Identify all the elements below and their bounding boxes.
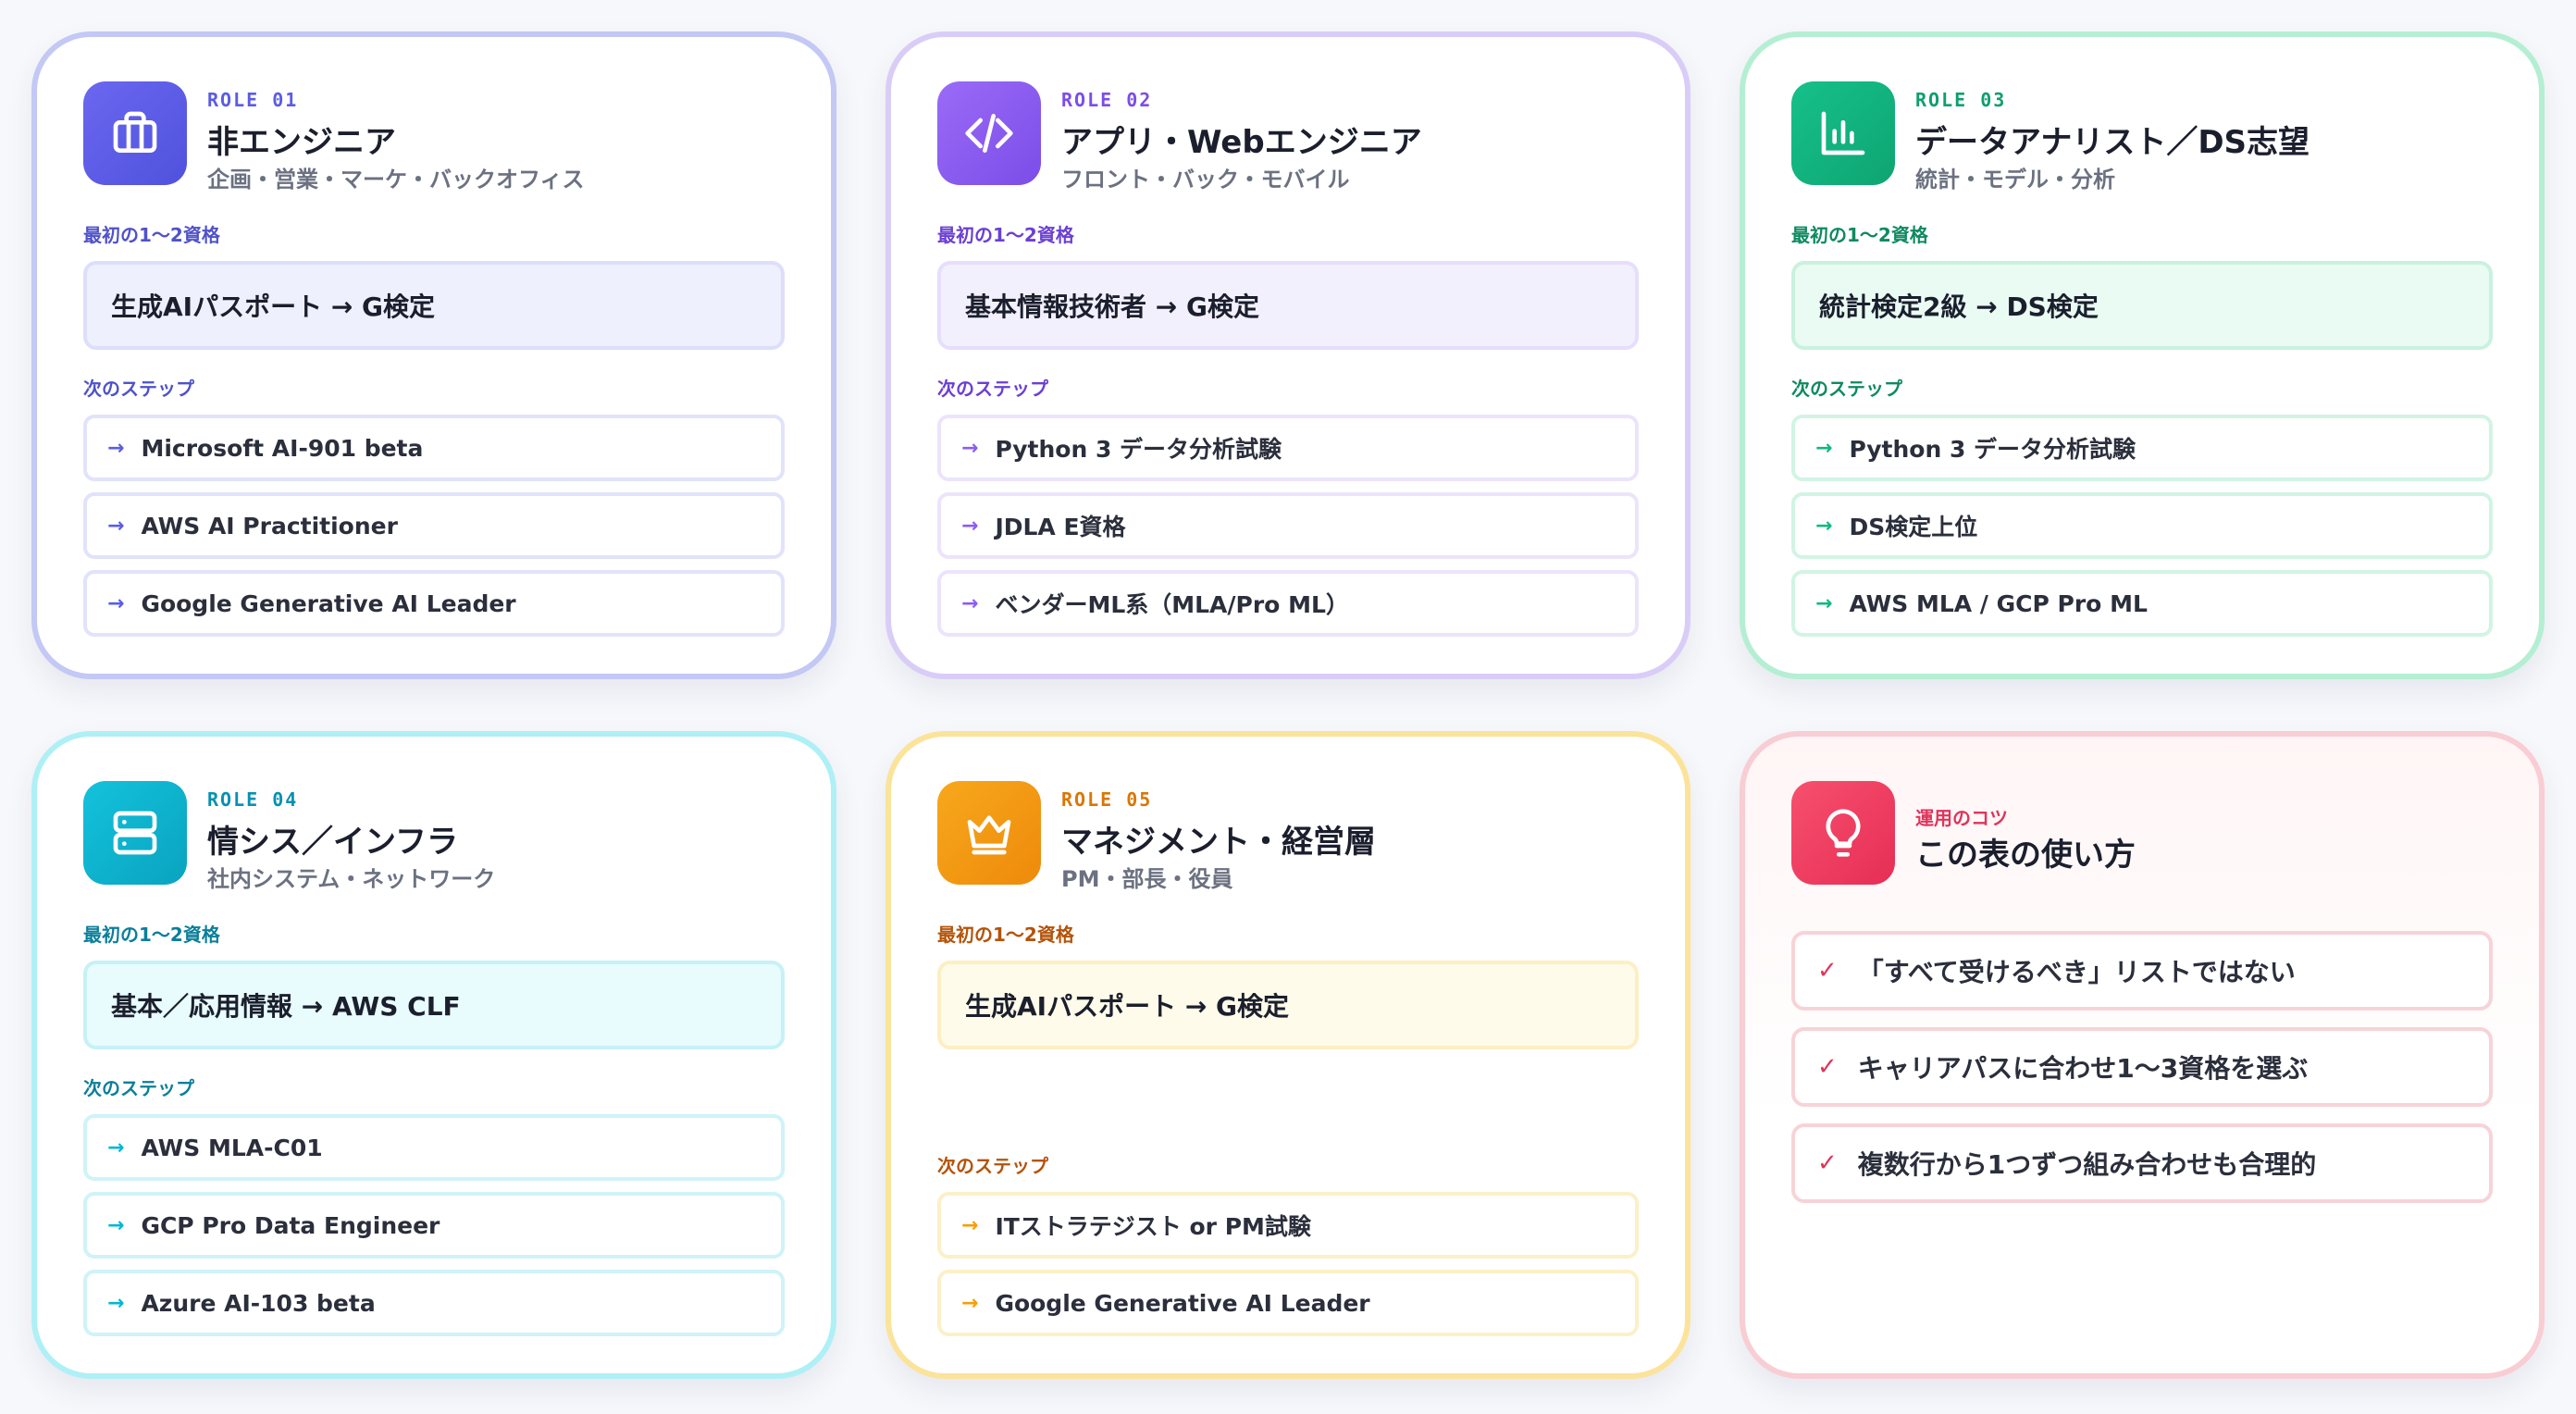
arrow-right-icon: →: [107, 514, 125, 538]
first-certs: 基本情報技術者 → G検定: [937, 261, 1639, 350]
step-label: Python 3 データ分析試験: [1849, 436, 2136, 463]
role-subtitle: 企画・営業・マーケ・バックオフィス: [207, 167, 585, 192]
role-card-05: ROLE 05 マネジメント・経営層 PM・部長・役員 最初の1〜2資格 生成A…: [886, 731, 1690, 1379]
next-step-item: → ITストラテジスト or PM試験: [937, 1192, 1639, 1259]
role-card-04: ROLE 04 情シス／インフラ 社内システム・ネットワーク 最初の1〜2資格 …: [31, 731, 836, 1379]
first-certs: 基本／応用情報 → AWS CLF: [83, 961, 785, 1049]
tip-item: ✓ 複数行から1つずつ組み合わせも合理的: [1791, 1123, 2493, 1203]
arrow-right-icon: →: [961, 1213, 979, 1237]
step-label: Python 3 データ分析試験: [995, 436, 1282, 463]
step-label: ベンダーML系（MLA/Pro ML）: [995, 591, 1349, 618]
step-label: Microsoft AI-901 beta: [141, 434, 424, 462]
code-icon: [937, 81, 1041, 185]
role-title: 情シス／インフラ: [207, 824, 458, 861]
lightbulb-icon: [1791, 781, 1895, 885]
next-label: 次のステップ: [83, 1077, 194, 1099]
role-subtitle: PM・部長・役員: [1061, 866, 1233, 892]
first-label: 最初の1〜2資格: [937, 924, 1074, 946]
step-label: ITストラテジスト or PM試験: [995, 1213, 1311, 1240]
arrow-right-icon: →: [107, 1291, 125, 1315]
next-step-item: → Google Generative AI Leader: [937, 1270, 1639, 1336]
check-icon: ✓: [1817, 1053, 1838, 1081]
next-step-item: → Azure AI-103 beta: [83, 1270, 785, 1336]
server-icon: [83, 781, 187, 885]
step-label: Google Generative AI Leader: [141, 589, 516, 617]
first-label: 最初の1〜2資格: [937, 224, 1074, 246]
step-label: AWS AI Practitioner: [141, 512, 398, 540]
arrow-right-icon: →: [107, 1213, 125, 1237]
arrow-right-icon: →: [961, 1291, 979, 1315]
step-label: AWS MLA-C01: [141, 1134, 323, 1161]
role-subtitle: 社内システム・ネットワーク: [207, 866, 496, 892]
first-label: 最初の1〜2資格: [83, 224, 220, 246]
next-label: 次のステップ: [83, 378, 194, 400]
tips-card: 運用のコツ この表の使い方 ✓ 「すべて受けるべき」リストではない ✓ キャリアパス…: [1740, 731, 2545, 1379]
role-title: 非エンジニア: [207, 124, 396, 161]
next-step-item: → ベンダーML系（MLA/Pro ML）: [937, 570, 1639, 637]
step-label: Azure AI-103 beta: [141, 1289, 376, 1317]
next-step-item: → Python 3 データ分析試験: [937, 415, 1639, 481]
step-label: AWS MLA / GCP Pro ML: [1849, 589, 2148, 617]
role-title: データアナリスト／DS志望: [1915, 124, 2310, 161]
role-card-01: ROLE 01 非エンジニア 企画・営業・マーケ・バックオフィス 最初の1〜2資…: [31, 31, 836, 679]
role-card-02: ROLE 02 アプリ・Webエンジニア フロント・バック・モバイル 最初の1〜…: [886, 31, 1690, 679]
next-step-item: → AWS AI Practitioner: [83, 492, 785, 559]
tip-text: 複数行から1つずつ組み合わせも合理的: [1857, 1149, 2317, 1180]
first-label: 最初の1〜2資格: [1791, 224, 1928, 246]
next-step-item: → AWS MLA-C01: [83, 1114, 785, 1181]
first-certs: 統計検定2級 → DS検定: [1791, 261, 2493, 350]
bar-chart-icon: [1791, 81, 1895, 185]
tip-item: ✓ キャリアパスに合わせ1〜3資格を選ぶ: [1791, 1027, 2493, 1107]
next-step-item: → Microsoft AI-901 beta: [83, 415, 785, 481]
tips-title: この表の使い方: [1915, 837, 2136, 874]
crown-icon: [937, 781, 1041, 885]
arrow-right-icon: →: [1815, 591, 1833, 615]
check-icon: ✓: [1817, 957, 1838, 985]
step-label: DS検定上位: [1849, 514, 1978, 540]
next-label: 次のステップ: [937, 1155, 1048, 1177]
role-tag: ROLE 01: [207, 89, 299, 111]
check-icon: ✓: [1817, 1149, 1838, 1177]
role-card-grid: ROLE 01 非エンジニア 企画・営業・マーケ・バックオフィス 最初の1〜2資…: [0, 0, 2576, 1414]
tips-tag: 運用のコツ: [1915, 807, 2008, 829]
arrow-right-icon: →: [961, 436, 979, 460]
briefcase-icon: [83, 81, 187, 185]
next-label: 次のステップ: [1791, 378, 1902, 400]
arrow-right-icon: →: [1815, 436, 1833, 460]
step-label: JDLA E資格: [995, 514, 1126, 540]
role-tag: ROLE 04: [207, 788, 299, 811]
arrow-right-icon: →: [107, 1135, 125, 1160]
arrow-right-icon: →: [107, 591, 125, 615]
first-certs: 生成AIパスポート → G検定: [937, 961, 1639, 1049]
role-title: マネジメント・経営層: [1061, 824, 1376, 861]
next-step-item: → Python 3 データ分析試験: [1791, 415, 2493, 481]
role-title: アプリ・Webエンジニア: [1061, 124, 1422, 161]
tip-text: 「すべて受けるべき」リストではない: [1857, 957, 2296, 987]
tip-text: キャリアパスに合わせ1〜3資格を選ぶ: [1857, 1053, 2309, 1084]
role-tag: ROLE 02: [1061, 89, 1153, 111]
first-label: 最初の1〜2資格: [83, 924, 220, 946]
first-certs: 生成AIパスポート → G検定: [83, 261, 785, 350]
role-tag: ROLE 05: [1061, 788, 1153, 811]
arrow-right-icon: →: [107, 436, 125, 460]
role-tag: ROLE 03: [1915, 89, 2007, 111]
role-subtitle: 統計・モデル・分析: [1915, 167, 2115, 192]
next-label: 次のステップ: [937, 378, 1048, 400]
step-label: Google Generative AI Leader: [995, 1289, 1370, 1317]
arrow-right-icon: →: [961, 514, 979, 538]
role-subtitle: フロント・バック・モバイル: [1061, 167, 1350, 192]
next-step-item: → GCP Pro Data Engineer: [83, 1192, 785, 1259]
arrow-right-icon: →: [1815, 514, 1833, 538]
arrow-right-icon: →: [961, 591, 979, 615]
step-label: GCP Pro Data Engineer: [141, 1211, 440, 1239]
next-step-item: → DS検定上位: [1791, 492, 2493, 559]
next-step-item: → JDLA E資格: [937, 492, 1639, 559]
next-step-item: → Google Generative AI Leader: [83, 570, 785, 637]
tip-item: ✓ 「すべて受けるべき」リストではない: [1791, 931, 2493, 1011]
role-card-03: ROLE 03 データアナリスト／DS志望 統計・モデル・分析 最初の1〜2資格…: [1740, 31, 2545, 679]
next-step-item: → AWS MLA / GCP Pro ML: [1791, 570, 2493, 637]
